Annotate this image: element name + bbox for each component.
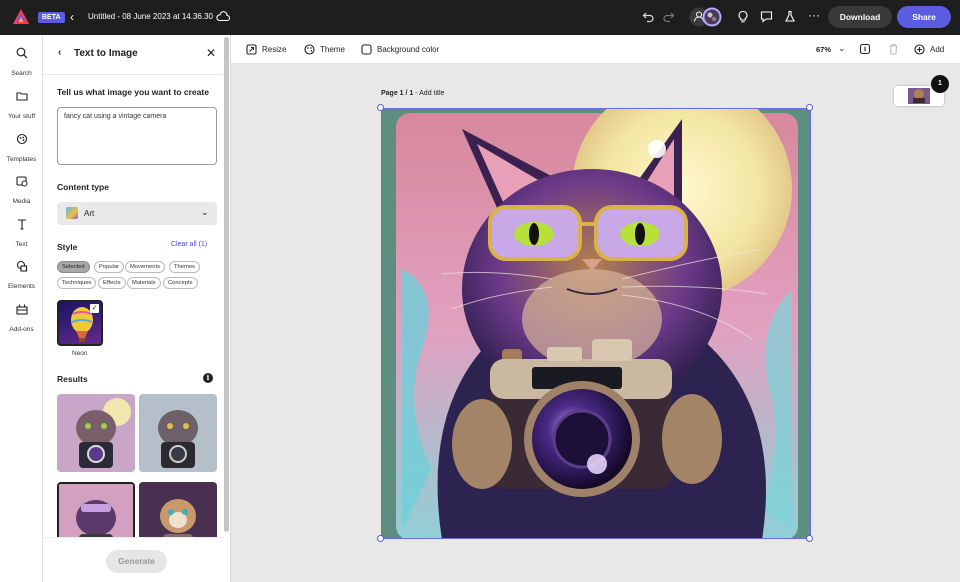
addons-icon: [15, 304, 28, 315]
panel-back-icon[interactable]: ‹: [58, 47, 61, 58]
share-button[interactable]: Share: [897, 6, 951, 28]
content-type-label: Content type: [57, 182, 109, 192]
content-type-select[interactable]: Art ⌄: [57, 202, 217, 225]
chip-movements[interactable]: Movements: [125, 261, 165, 273]
chip-materials[interactable]: Materials: [127, 277, 161, 289]
rail-label: Templates: [6, 156, 37, 163]
search-icon: [16, 47, 27, 59]
art-icon: [66, 207, 78, 219]
resize-handle-bottom-right[interactable]: [806, 535, 813, 542]
elements-icon: [16, 260, 27, 272]
panel-scrollbar[interactable]: [224, 37, 229, 532]
content-type-value: Art: [84, 209, 95, 218]
zoom-level[interactable]: 67%: [816, 45, 831, 54]
pages-icon[interactable]: [859, 43, 871, 55]
rail-label: Elements: [7, 283, 36, 290]
cat-camera-artwork: [382, 109, 810, 538]
checkbox-checked-icon[interactable]: ✓: [90, 304, 99, 313]
cloud-sync-icon[interactable]: [216, 11, 230, 22]
rail-item-add-ons[interactable]: Add-ons: [0, 303, 43, 336]
rail-item-text[interactable]: Text: [0, 218, 43, 251]
chip-effects[interactable]: Effects: [98, 277, 126, 289]
chip-popular[interactable]: Popular: [94, 261, 124, 273]
rail-item-media[interactable]: Media: [0, 175, 43, 208]
download-button[interactable]: Download: [828, 6, 892, 28]
page-count-badge: 1: [931, 75, 949, 93]
prompt-label: Tell us what image you want to create: [57, 87, 209, 97]
close-icon[interactable]: ✕: [206, 46, 216, 60]
resize-handle-top-left[interactable]: [377, 104, 384, 111]
back-icon[interactable]: ‹: [70, 10, 74, 24]
palette-icon: [304, 44, 315, 55]
flask-icon[interactable]: [784, 10, 796, 23]
info-icon[interactable]: i: [203, 373, 213, 383]
top-bar: BETA ‹ Untitled - 08 June 2023 at 14.36.…: [0, 0, 960, 35]
theme-button[interactable]: Theme: [304, 44, 345, 55]
folder-icon: [15, 92, 28, 101]
resize-handle-top-right[interactable]: [806, 104, 813, 111]
templates-icon: [16, 133, 27, 145]
add-label: Add: [930, 45, 945, 54]
redo-icon[interactable]: [662, 10, 675, 23]
style-thumbnail-neon[interactable]: ✓: [57, 300, 103, 346]
artboard-image[interactable]: [381, 108, 811, 539]
add-title-link[interactable]: Add title: [419, 90, 444, 97]
panel-footer: Generate: [43, 537, 224, 582]
style-caption: Neon: [72, 350, 88, 357]
resize-handle-bottom-left[interactable]: [377, 535, 384, 542]
resize-label: Resize: [262, 45, 287, 54]
add-page-button[interactable]: Add: [914, 44, 944, 55]
panel-title: Text to Image: [74, 48, 138, 59]
chip-techniques[interactable]: Techniques: [57, 277, 97, 289]
text-to-image-panel: ‹ Text to Image ✕ Tell us what image you…: [43, 35, 231, 582]
rail-item-templates[interactable]: Templates: [0, 133, 43, 166]
adobe-express-logo[interactable]: [12, 8, 30, 26]
rail-label: Text: [15, 241, 28, 248]
canvas-toolbar: Resize Theme Background color 67% ⌄ Add: [231, 35, 960, 64]
background-color-button[interactable]: Background color: [361, 44, 439, 55]
chip-selected[interactable]: Selected: [57, 261, 90, 273]
zoom-chevron-down-icon[interactable]: ⌄: [838, 43, 846, 54]
comment-icon[interactable]: [760, 10, 773, 23]
prompt-input[interactable]: fancy cat using a vintage camera: [57, 107, 217, 165]
background-color-label: Background color: [377, 45, 440, 54]
color-swatch-icon: [361, 44, 372, 55]
resize-button[interactable]: Resize: [246, 44, 286, 55]
rail-label: Your stuff: [7, 113, 36, 120]
chip-concepts[interactable]: Concepts: [163, 277, 198, 289]
result-thumbnail-1[interactable]: [57, 394, 135, 472]
rail-item-elements[interactable]: Elements: [0, 260, 43, 293]
clear-all-link[interactable]: Clear all (1): [171, 241, 207, 248]
text-icon: [17, 219, 26, 230]
generate-button[interactable]: Generate: [106, 550, 167, 573]
document-title[interactable]: Untitled - 08 June 2023 at 14.36.30: [88, 12, 213, 21]
panel-header: ‹ Text to Image ✕: [43, 35, 223, 75]
rail-item-search[interactable]: Search: [0, 47, 43, 80]
rail-label: Media: [12, 198, 31, 205]
trash-icon[interactable]: [888, 43, 899, 55]
plus-circle-icon: [914, 44, 925, 55]
undo-icon[interactable]: [642, 10, 655, 23]
collaborators[interactable]: [689, 7, 723, 27]
lightbulb-icon[interactable]: [737, 10, 749, 23]
left-rail: Search Your stuff Templates Media Text E…: [0, 35, 43, 582]
chevron-down-icon: ⌄: [201, 207, 209, 217]
page-number: Page 1 / 1: [381, 90, 414, 97]
theme-label: Theme: [320, 45, 345, 54]
beta-badge: BETA: [38, 12, 65, 23]
resize-icon: [246, 44, 257, 55]
rail-label: Add-ons: [9, 326, 34, 333]
more-icon[interactable]: ···: [808, 8, 820, 22]
style-label: Style: [57, 242, 78, 252]
media-icon: [15, 176, 28, 187]
chip-themes[interactable]: Themes: [169, 261, 200, 273]
results-label: Results: [57, 374, 88, 384]
rail-label: Search: [11, 70, 32, 77]
result-thumbnail-2[interactable]: [139, 394, 217, 472]
rail-item-your-stuff[interactable]: Your stuff: [0, 90, 43, 123]
page-label: Page 1 / 1 - Add title: [381, 90, 445, 97]
